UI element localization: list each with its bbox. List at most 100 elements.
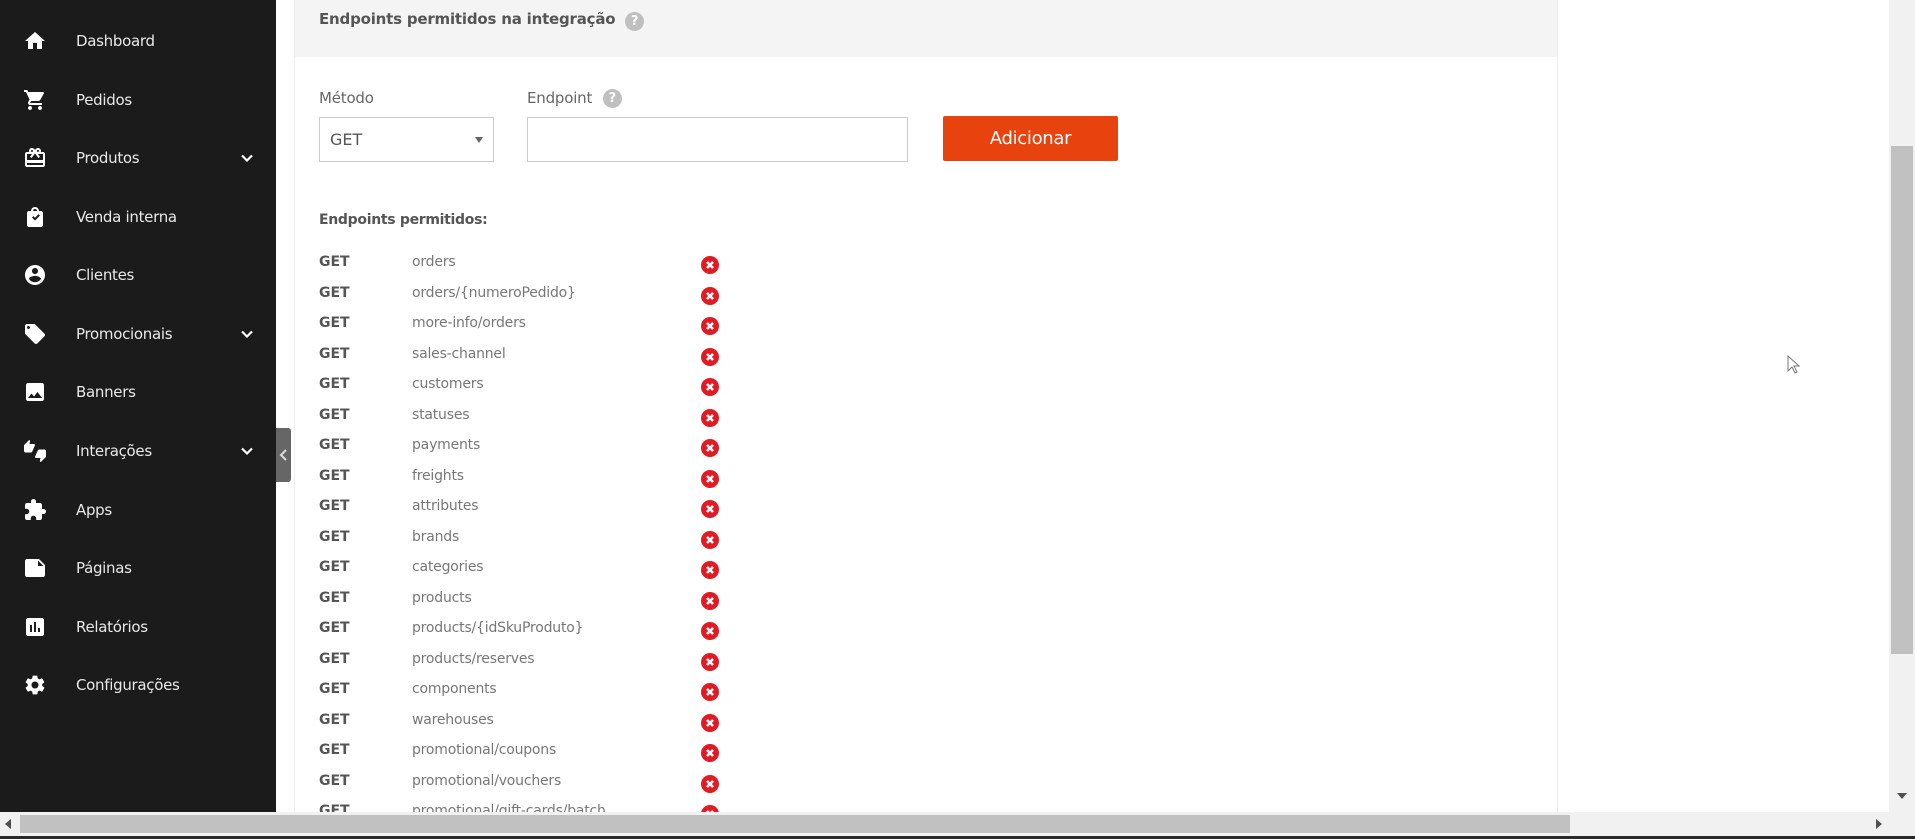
chevron-down-icon xyxy=(238,149,256,167)
endpoint-row: GET promotional/gift-cards/batch xyxy=(319,801,739,812)
vertical-scrollbar-thumb[interactable] xyxy=(1891,146,1913,654)
endpoint-row: GET sales-channel xyxy=(319,344,739,375)
endpoint-row: GET components xyxy=(319,679,739,710)
endpoint-label-text: Endpoint xyxy=(527,89,593,107)
sidebar-item-produtos[interactable]: Produtos xyxy=(0,134,276,182)
endpoint-path: more-info/orders xyxy=(412,315,526,331)
sidebar-item-apps[interactable]: Apps xyxy=(0,486,276,534)
endpoint-method: GET xyxy=(319,406,350,423)
remove-endpoint-button[interactable] xyxy=(701,286,719,305)
chart-icon xyxy=(22,614,48,640)
horizontal-scrollbar-thumb[interactable] xyxy=(20,815,1570,833)
endpoint-row: GET categories xyxy=(319,557,739,588)
sidebar-item-label: Interações xyxy=(76,442,152,460)
close-icon xyxy=(706,535,714,544)
remove-endpoint-button[interactable] xyxy=(701,591,719,610)
endpoint-method: GET xyxy=(319,467,350,484)
endpoint-method: GET xyxy=(319,772,350,789)
bag-icon xyxy=(22,204,48,230)
close-icon xyxy=(706,657,714,666)
sidebar-item-relatorios[interactable]: Relatórios xyxy=(0,603,276,651)
sidebar-item-label: Produtos xyxy=(76,149,140,167)
sidebar-item-label: Relatórios xyxy=(76,618,148,636)
sidebar-item-clientes[interactable]: Clientes xyxy=(0,251,276,299)
endpoint-row: GET brands xyxy=(319,527,739,558)
sidebar-item-banners[interactable]: Banners xyxy=(0,368,276,416)
method-select[interactable]: GET xyxy=(319,117,494,162)
allowed-endpoints-list: GET orders GET orders/{numeroPedido} GET more… xyxy=(319,252,739,812)
chevron-left-icon xyxy=(279,449,287,461)
image-icon xyxy=(22,379,48,405)
close-icon xyxy=(706,261,714,269)
remove-endpoint-button[interactable] xyxy=(701,408,719,427)
sidebar-item-pedidos[interactable]: Pedidos xyxy=(0,76,276,124)
endpoint-method: GET xyxy=(319,559,350,575)
remove-endpoint-button[interactable] xyxy=(701,530,719,549)
help-icon[interactable]: ? xyxy=(602,89,622,108)
allowed-endpoints-title: Endpoints permitidos: xyxy=(319,212,488,228)
endpoint-row: GET payments xyxy=(319,435,739,466)
close-icon xyxy=(706,322,714,330)
remove-endpoint-button[interactable] xyxy=(701,683,719,701)
remove-endpoint-button[interactable] xyxy=(701,561,719,579)
remove-endpoint-button[interactable] xyxy=(701,439,719,457)
endpoint-path: brands xyxy=(412,528,460,545)
horizontal-scrollbar[interactable] xyxy=(0,812,1915,836)
close-icon xyxy=(706,444,714,452)
remove-endpoint-button[interactable] xyxy=(701,347,719,366)
scroll-right-arrow-icon[interactable] xyxy=(1876,819,1882,829)
remove-endpoint-button[interactable] xyxy=(701,256,719,274)
sidebar-item-label: Venda interna xyxy=(76,208,177,226)
remove-endpoint-button[interactable] xyxy=(701,317,719,335)
remove-endpoint-button[interactable] xyxy=(701,469,719,488)
remove-endpoint-button[interactable] xyxy=(701,652,719,671)
vertical-scrollbar[interactable] xyxy=(1889,0,1915,812)
sidebar-item-label: Páginas xyxy=(76,559,132,577)
sidebar-item-interacoes[interactable]: Interações xyxy=(0,427,276,475)
endpoint-method: GET xyxy=(319,315,350,331)
help-icon[interactable]: ? xyxy=(625,12,644,31)
endpoint-method: GET xyxy=(319,437,350,453)
remove-endpoint-button[interactable] xyxy=(701,744,719,762)
remove-endpoint-button[interactable] xyxy=(701,500,719,518)
close-icon xyxy=(706,505,714,513)
sidebar-collapse-toggle[interactable] xyxy=(276,428,291,482)
add-endpoint-button[interactable]: Adicionar xyxy=(943,116,1118,161)
remove-endpoint-button[interactable] xyxy=(701,774,719,793)
remove-endpoint-button[interactable] xyxy=(701,805,719,812)
endpoint-path: products xyxy=(412,589,472,606)
user-icon xyxy=(22,262,48,288)
sidebar-item-dashboard[interactable]: Dashboard xyxy=(0,17,276,65)
endpoint-row: GET statuses xyxy=(319,405,739,436)
sidebar-item-label: Apps xyxy=(76,501,112,519)
endpoint-path: orders xyxy=(412,254,456,270)
remove-endpoint-button[interactable] xyxy=(701,378,719,396)
endpoint-path: promotional/vouchers xyxy=(412,772,562,789)
endpoint-input[interactable] xyxy=(527,117,908,162)
sidebar-item-venda-interna[interactable]: Venda interna xyxy=(0,193,276,241)
endpoint-row: GET customers xyxy=(319,374,739,405)
close-icon xyxy=(706,352,714,361)
endpoint-path: promotional/gift-cards/batch xyxy=(412,803,606,812)
sidebar-item-paginas[interactable]: Páginas xyxy=(0,544,276,592)
sidebar-item-promocionais[interactable]: Promocionais xyxy=(0,310,276,358)
endpoint-method: GET xyxy=(319,254,350,270)
close-icon xyxy=(706,718,714,727)
endpoint-method: GET xyxy=(319,681,350,697)
remove-endpoint-button[interactable] xyxy=(701,713,719,732)
sidebar-item-label: Dashboard xyxy=(76,32,155,50)
sidebar-item-configuracoes[interactable]: Configurações xyxy=(0,661,276,709)
scroll-down-arrow-icon[interactable] xyxy=(1897,793,1907,799)
integration-endpoints-panel: Endpoints permitidos na integração ? Mét… xyxy=(294,0,1558,812)
endpoint-path: attributes xyxy=(412,498,479,514)
endpoint-row: GET promotional/coupons xyxy=(319,740,739,771)
panel-header: Endpoints permitidos na integração ? xyxy=(295,0,1557,57)
puzzle-icon xyxy=(22,497,48,523)
endpoint-path: customers xyxy=(412,376,484,392)
endpoint-row: GET orders/{numeroPedido} xyxy=(319,283,739,314)
sidebar: Dashboard Pedidos Produtos Venda interna… xyxy=(0,0,276,812)
scroll-left-arrow-icon[interactable] xyxy=(5,819,11,829)
cart-icon xyxy=(22,87,48,113)
remove-endpoint-button[interactable] xyxy=(701,622,719,640)
close-icon xyxy=(706,627,714,635)
